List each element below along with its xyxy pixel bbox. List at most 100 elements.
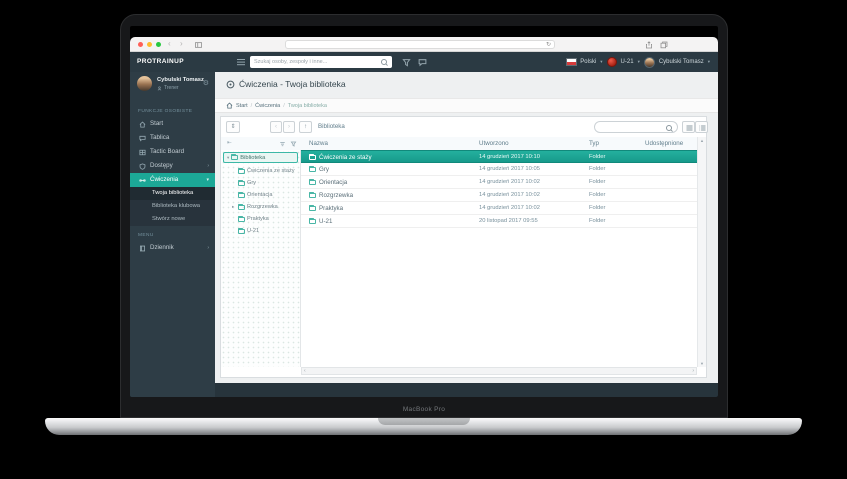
global-search-input[interactable] (254, 57, 372, 66)
person-icon (157, 86, 162, 91)
browser-back-button[interactable]: ‹ (168, 37, 171, 52)
tree-item-biblioteka[interactable]: ▾ Biblioteka (223, 152, 298, 163)
tree-item-gry[interactable]: Gry (221, 177, 300, 189)
sidebar-item-dostepy[interactable]: Dostępy › (130, 159, 215, 173)
submenu-item-biblioteka-klubowa[interactable]: Biblioteka klubowa (130, 200, 215, 213)
chevron-down-icon: ▾ (206, 173, 209, 187)
folder-icon (238, 217, 245, 222)
list-view-icon (685, 124, 694, 132)
folder-icon (309, 193, 316, 198)
team-selector[interactable]: U-21 (621, 59, 634, 65)
browser-forward-button[interactable]: › (180, 37, 183, 52)
home-icon (226, 102, 233, 109)
sidebar: Cybulski Tomasz Trener ⚙ FUNKCJE OSOBIST… (130, 72, 215, 397)
column-header-shared[interactable]: Udostępnione (645, 137, 683, 150)
sidebar-item-start[interactable]: Start (130, 117, 215, 131)
column-header-type[interactable]: Typ (589, 137, 599, 150)
filter-icon[interactable] (290, 141, 297, 147)
main-content: Ćwiczenia - Twoja biblioteka Start / Ćwi… (215, 72, 718, 383)
row-name: Rozgrzewka (319, 189, 353, 202)
scroll-up-icon[interactable]: ▲ (698, 138, 706, 143)
language-selector[interactable]: Polski (580, 59, 596, 65)
sidebar-item-tactic-board[interactable]: Tactic Board (130, 145, 215, 159)
up-level-button[interactable]: ↑ (299, 121, 312, 133)
breadcrumb-separator: / (251, 103, 253, 109)
submenu-item-stworz-nowe[interactable]: Stwórz nowe (130, 213, 215, 226)
view-list-button[interactable] (682, 121, 695, 133)
sort-icon[interactable] (279, 141, 286, 147)
menu-toggle-icon[interactable] (237, 59, 245, 60)
chevron-down-icon: ▾ (638, 59, 640, 65)
sidebar-item-cwiczenia[interactable]: Ćwiczenia ▾ (130, 173, 215, 187)
user-menu[interactable]: Cybulski Tomasz (659, 59, 704, 65)
sidebar-user-card: Cybulski Tomasz Trener ⚙ (130, 72, 215, 102)
app-logo[interactable]: PROTRAINUP (137, 52, 184, 72)
macbook-mockup: ‹ › ↻ PROTRAINUP (0, 0, 847, 479)
row-created: 14 grudzień 2017 10:05 (479, 163, 540, 176)
table-row[interactable]: Ćwiczenia ze staży 14 grudzień 2017 10:1… (301, 150, 699, 163)
filter-icon[interactable] (402, 58, 411, 67)
library-search[interactable] (594, 121, 678, 133)
submenu-item-twoja-biblioteka[interactable]: Twoja biblioteka (130, 187, 215, 200)
minimize-window-button[interactable] (147, 42, 152, 47)
zoom-window-button[interactable] (156, 42, 161, 47)
row-created: 20 listopad 2017 09:55 (479, 215, 538, 228)
scroll-right-icon[interactable]: › (692, 368, 694, 374)
tree-item-label: Rozgrzewka (247, 201, 278, 213)
gear-icon[interactable]: ⚙ (203, 80, 209, 88)
table-row[interactable]: Praktyka 14 grudzień 2017 10:02 Folder (301, 202, 699, 215)
caret-right-icon[interactable]: ▸ (232, 201, 234, 213)
library-search-input[interactable] (601, 123, 661, 131)
nav-back-button[interactable]: ‹ (270, 121, 282, 133)
tree-item-orientacja[interactable]: Orientacja (221, 189, 300, 201)
table-row[interactable]: Gry 14 grudzień 2017 10:05 Folder (301, 163, 699, 176)
column-header-name[interactable]: Nazwa (309, 137, 328, 150)
scroll-down-icon[interactable]: ▼ (698, 361, 706, 366)
tree-item-label: Ćwiczenia ze staży (247, 165, 295, 177)
club-crest-icon (607, 57, 617, 67)
collapse-tree-icon[interactable]: ⇤ (227, 137, 232, 150)
row-name: U-21 (319, 215, 332, 228)
collapse-rows-button[interactable]: ⇕ (226, 121, 240, 133)
sidebar-item-label: Ćwiczenia (150, 173, 178, 187)
tree-item-praktyka[interactable]: Praktyka (221, 213, 300, 225)
caret-down-icon[interactable]: ▾ (227, 153, 229, 163)
table-row[interactable]: Rozgrzewka 14 grudzień 2017 10:02 Folder (301, 189, 699, 202)
table-row[interactable]: Orientacja 14 grudzień 2017 10:02 Folder (301, 176, 699, 189)
folder-icon (309, 219, 316, 224)
section-icon (226, 80, 235, 89)
sidebar-item-label: Dostępy (150, 159, 173, 173)
nav-forward-button[interactable]: › (283, 121, 295, 133)
tabs-icon[interactable] (660, 41, 668, 49)
tree-item-u21[interactable]: U-21 (221, 225, 300, 237)
sidebar-item-dziennik[interactable]: Dziennik › (130, 241, 215, 255)
horizontal-scrollbar[interactable]: ‹ › (301, 367, 697, 375)
breadcrumb-cwiczenia[interactable]: Ćwiczenia (255, 103, 280, 109)
sidebar-item-tablica[interactable]: Tablica (130, 131, 215, 145)
browser-address-bar[interactable]: ↻ (285, 40, 555, 49)
refresh-icon[interactable]: ↻ (546, 41, 551, 49)
sidebar-menu-label: MENU (130, 226, 215, 241)
row-type: Folder (589, 163, 605, 176)
chat-icon[interactable] (418, 58, 427, 67)
scroll-left-icon[interactable]: ‹ (304, 368, 306, 374)
vertical-scrollbar[interactable]: ▲ ▼ (697, 137, 706, 367)
tree-item-rozgrzewka[interactable]: ▸ Rozgrzewka (221, 201, 300, 213)
close-window-button[interactable] (138, 42, 143, 47)
breadcrumb-start[interactable]: Start (236, 103, 248, 109)
tree-item-cwiczenia-ze-stazy[interactable]: Ćwiczenia ze staży (221, 165, 300, 177)
folder-icon (238, 193, 245, 198)
view-detail-button[interactable] (695, 121, 708, 133)
breadcrumb: Start / Ćwiczenia / Twoja biblioteka (215, 98, 718, 113)
tree-item-label: Praktyka (247, 213, 269, 225)
sidebar-toggle-icon[interactable] (194, 41, 203, 49)
address-input[interactable] (289, 41, 539, 48)
column-header-created[interactable]: Utworzono (479, 137, 509, 150)
share-icon[interactable] (645, 41, 653, 49)
laptop-screen: ‹ › ↻ PROTRAINUP (130, 26, 718, 397)
row-name: Gry (319, 163, 329, 176)
global-search[interactable] (250, 56, 392, 68)
row-type: Folder (589, 176, 605, 189)
table-row[interactable]: U-21 20 listopad 2017 09:55 Folder (301, 215, 699, 228)
row-name: Praktyka (319, 202, 343, 215)
